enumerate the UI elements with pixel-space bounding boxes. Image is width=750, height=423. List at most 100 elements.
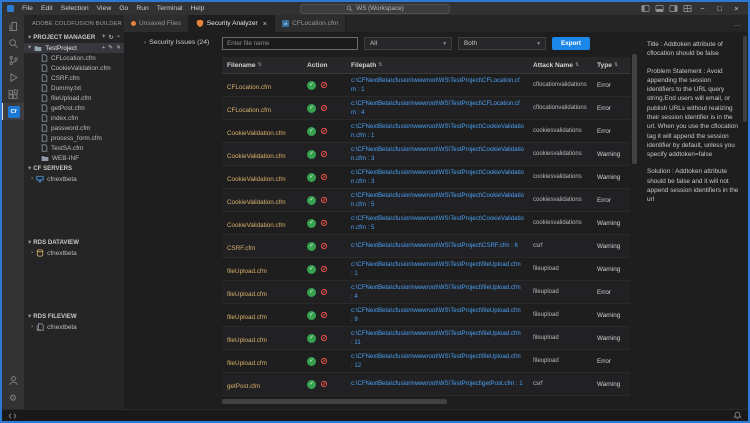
column-header-type[interactable]: Type ⇅ [592, 62, 630, 69]
minimize-button[interactable]: − [696, 2, 709, 15]
issue-filename-link[interactable]: CFLocation.cfm [227, 107, 271, 114]
refresh-icon[interactable]: ↻ [108, 34, 113, 41]
issue-filepath-link[interactable]: c:\CFNextBeta\cfusion\wwwroot\WS\TestPro… [351, 214, 528, 232]
issue-row[interactable]: CSRF.cfm ✓ ⊘ c:\CFNextBeta\cfusion\wwwro… [222, 235, 630, 258]
sort-icon[interactable]: ⇅ [614, 62, 618, 68]
menu-selection[interactable]: Selection [57, 2, 93, 15]
horizontal-scrollbar[interactable] [222, 399, 630, 404]
issue-filepath-link[interactable]: c:\CFNextBeta\cfusion\wwwroot\WS\TestPro… [351, 306, 528, 324]
issue-filename-link[interactable]: CSRF.cfm [227, 245, 255, 252]
delete-icon[interactable]: ✕ [116, 45, 121, 51]
command-center[interactable]: WS (Workspace) [300, 4, 450, 14]
issue-row[interactable]: CookieValidation.cfm ✓ ⊘ c:\CFNextBeta\c… [222, 166, 630, 189]
ignore-block-icon[interactable]: ⊘ [320, 81, 328, 90]
tab-security-analyzer[interactable]: Security Analyzer × [189, 15, 275, 32]
issue-row[interactable]: CFLocation.cfm ✓ ⊘ c:\CFNextBeta\cfusion… [222, 74, 630, 97]
ignore-block-icon[interactable]: ⊘ [320, 173, 328, 182]
remote-indicator-icon[interactable] [8, 407, 17, 423]
details-scrollbar-thumb[interactable] [743, 36, 747, 122]
add-file-icon[interactable]: + [102, 45, 105, 51]
close-tab-icon[interactable]: × [263, 19, 267, 28]
menu-edit[interactable]: Edit [37, 2, 57, 15]
issue-row[interactable]: fileUpload.cfm ✓ ⊘ c:\CFNextBeta\cfusion… [222, 281, 630, 304]
issue-filepath-link[interactable]: c:\CFNextBeta\cfusion\wwwroot\WS\TestPro… [351, 379, 528, 388]
scope-filter-select[interactable]: Both ▾ [458, 37, 546, 50]
issue-filepath-link[interactable]: c:\CFNextBeta\cfusion\wwwroot\WS\TestPro… [351, 329, 528, 347]
close-button[interactable]: × [730, 2, 743, 15]
issue-filepath-link[interactable]: c:\CFNextBeta\cfusion\wwwroot\WS\TestPro… [351, 122, 528, 140]
issue-filepath-link[interactable]: c:\CFNextBeta\cfusion\wwwroot\WS\TestPro… [351, 283, 528, 301]
issue-filepath-link[interactable]: c:\CFNextBeta\cfusion\wwwroot\WS\TestPro… [351, 260, 528, 278]
menu-run[interactable]: Run [132, 2, 152, 15]
settings-gear-icon[interactable]: ⚙ [2, 389, 24, 406]
sort-icon[interactable]: ⇅ [258, 62, 262, 68]
ignore-block-icon[interactable]: ⊘ [320, 196, 328, 205]
issue-row[interactable]: CookieValidation.cfm ✓ ⊘ c:\CFNextBeta\c… [222, 212, 630, 235]
source-control-icon[interactable] [2, 52, 24, 69]
ignore-block-icon[interactable]: ⊘ [320, 380, 328, 389]
ignore-block-icon[interactable]: ⊘ [320, 265, 328, 274]
issue-filepath-link[interactable]: c:\CFNextBeta\cfusion\wwwroot\WS\TestPro… [351, 191, 528, 209]
explorer-icon[interactable] [2, 18, 24, 35]
issue-row[interactable]: fileUpload.cfm ✓ ⊘ c:\CFNextBeta\cfusion… [222, 304, 630, 327]
tree-item-file[interactable]: CookieValidation.cfm [24, 63, 124, 73]
resolve-check-icon[interactable]: ✓ [307, 311, 316, 320]
issue-row[interactable]: CookieValidation.cfm ✓ ⊘ c:\CFNextBeta\c… [222, 120, 630, 143]
issue-filepath-link[interactable]: c:\CFNextBeta\cfusion\wwwroot\WS\TestPro… [351, 145, 528, 163]
issue-filename-link[interactable]: fileUpload.cfm [227, 268, 267, 275]
issue-row[interactable]: fileUpload.cfm ✓ ⊘ c:\CFNextBeta\cfusion… [222, 258, 630, 281]
ignore-block-icon[interactable]: ⊘ [320, 127, 328, 136]
resolve-check-icon[interactable]: ✓ [307, 104, 316, 113]
tree-item-file[interactable]: TestSA.cfm [24, 143, 124, 153]
resolve-check-icon[interactable]: ✓ [307, 127, 316, 136]
issue-row[interactable]: getPost.cfm ✓ ⊘ c:\CFNextBeta\cfusion\ww… [222, 373, 630, 396]
ignore-block-icon[interactable]: ⊘ [320, 288, 328, 297]
menu-file[interactable]: File [18, 2, 37, 15]
tree-item-project[interactable]: ▾ TestProject + ✎ ✕ [24, 43, 124, 53]
toggle-panel-bottom-icon[interactable] [654, 4, 664, 14]
export-button[interactable]: Export [552, 37, 590, 50]
toggle-panel-right-icon[interactable] [668, 4, 678, 14]
tree-item-rds-dataview[interactable]: › cfnextbeta [24, 248, 124, 258]
resolve-check-icon[interactable]: ✓ [307, 265, 316, 274]
security-issues-header[interactable]: › Security Issues (24) [144, 39, 222, 46]
issue-filepath-link[interactable]: c:\CFNextBeta\cfusion\wwwroot\WS\TestPro… [351, 76, 528, 94]
account-icon[interactable] [2, 372, 24, 389]
section-header-rds-fileview[interactable]: ▾ RDS FILEVIEW [24, 311, 124, 322]
issue-filename-link[interactable]: fileUpload.cfm [227, 314, 267, 321]
issue-row[interactable]: fileUpload.cfm ✓ ⊘ c:\CFNextBeta\cfusion… [222, 327, 630, 350]
more-actions-icon[interactable]: … [734, 19, 742, 28]
issue-filename-link[interactable]: CookieValidation.cfm [227, 130, 286, 137]
resolve-check-icon[interactable]: ✓ [307, 196, 316, 205]
issue-filepath-link[interactable]: c:\CFNextBeta\cfusion\wwwroot\WS\TestPro… [351, 168, 528, 186]
issue-filename-link[interactable]: CookieValidation.cfm [227, 176, 286, 183]
menu-help[interactable]: Help [186, 2, 208, 15]
customize-layout-icon[interactable] [682, 4, 692, 14]
resolve-check-icon[interactable]: ✓ [307, 357, 316, 366]
tree-item-file[interactable]: fileUpload.cfm [24, 93, 124, 103]
issue-row[interactable]: CookieValidation.cfm ✓ ⊘ c:\CFNextBeta\c… [222, 143, 630, 166]
section-header-project-manager[interactable]: ▾ PROJECT MANAGER + ↻ − [24, 32, 124, 43]
resolve-check-icon[interactable]: ✓ [307, 380, 316, 389]
toggle-panel-left-icon[interactable] [640, 4, 650, 14]
issue-filepath-link[interactable]: c:\CFNextBeta\cfusion\wwwroot\WS\TestPro… [351, 352, 528, 370]
tab-unsaved-files[interactable]: Unsaved Files [124, 15, 189, 32]
issue-filepath-link[interactable]: c:\CFNextBeta\cfusion\wwwroot\WS\TestPro… [351, 99, 528, 117]
issue-filename-link[interactable]: fileUpload.cfm [227, 337, 267, 344]
extensions-icon[interactable] [2, 86, 24, 103]
issue-filename-link[interactable]: fileUpload.cfm [227, 291, 267, 298]
column-header-attack-name[interactable]: Attack Name ⇅ [528, 62, 592, 69]
tree-item-cf-server[interactable]: › cfnextbeta [24, 174, 124, 184]
new-project-icon[interactable]: + [102, 34, 106, 41]
tree-item-file[interactable]: getPost.cfm [24, 103, 124, 113]
issue-filename-link[interactable]: CookieValidation.cfm [227, 222, 286, 229]
issue-filename-link[interactable]: CookieValidation.cfm [227, 199, 286, 206]
collapse-all-icon[interactable]: − [116, 34, 120, 41]
coldfusion-builder-icon[interactable]: Cf [2, 103, 24, 120]
ignore-block-icon[interactable]: ⊘ [320, 150, 328, 159]
tree-item-rds-fileview[interactable]: › cfnextbeta [24, 322, 124, 332]
issue-filename-link[interactable]: fileUpload.cfm [227, 360, 267, 367]
section-header-rds-dataview[interactable]: ▾ RDS DATAVIEW [24, 237, 124, 248]
tree-item-file[interactable]: Dummy.txt [24, 83, 124, 93]
resolve-check-icon[interactable]: ✓ [307, 81, 316, 90]
